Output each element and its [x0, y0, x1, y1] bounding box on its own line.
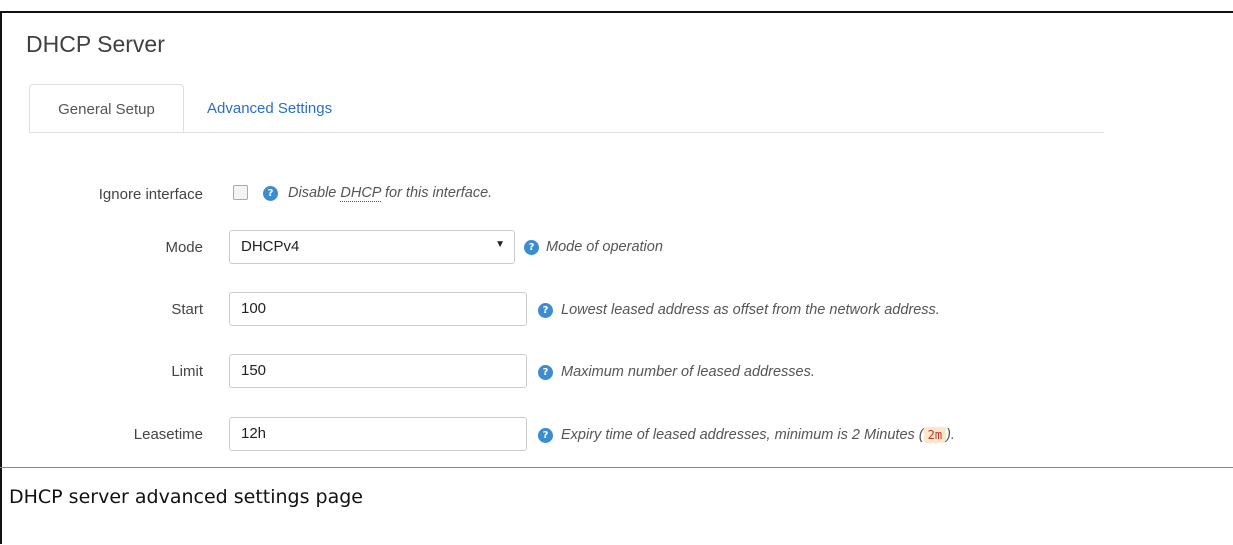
leasetime-help: Expiry time of leased addresses, minimum… [561, 427, 955, 443]
help-text-prefix: Expiry time of leased addresses, minimum… [561, 427, 924, 443]
question-mark-icon: ? [538, 365, 553, 380]
chevron-down-icon: ▼ [495, 239, 505, 250]
leasetime-label: Leasetime [133, 426, 203, 443]
row-limit: Limit 150 ? Maximum number of leased add… [0, 354, 1233, 390]
row-leasetime: Leasetime 12h ? Expiry time of leased ad… [0, 417, 1233, 453]
figure-caption: DHCP server advanced settings page [9, 486, 363, 508]
tab-general-setup[interactable]: General Setup [29, 84, 184, 132]
mode-help: Mode of operation [546, 239, 663, 255]
question-mark-icon: ? [263, 186, 278, 201]
code-snippet: 2m [923, 427, 947, 443]
tab-bar: General Setup Advanced Settings [29, 84, 1104, 133]
help-text-prefix: Disable [288, 185, 341, 201]
help-text-suffix: for this interface. [380, 185, 493, 201]
start-help: Lowest leased address as offset from the… [561, 302, 940, 318]
question-mark-icon: ? [524, 240, 539, 255]
tab-advanced-settings[interactable]: Advanced Settings [207, 84, 332, 132]
start-input[interactable]: 100 [229, 292, 527, 326]
limit-help: Maximum number of leased addresses. [561, 364, 815, 380]
ignore-interface-label: Ignore interface [98, 186, 203, 203]
row-mode: Mode DHCPv4 ▼ ? Mode of operation [0, 230, 1233, 266]
question-mark-icon: ? [538, 303, 553, 318]
limit-label: Limit [171, 363, 203, 380]
row-ignore-interface: Ignore interface ? Disable DHCP for this… [0, 177, 1233, 213]
ignore-interface-checkbox[interactable] [233, 185, 248, 200]
limit-input[interactable]: 150 [229, 354, 527, 388]
caption-divider [0, 467, 1233, 468]
help-text-suffix: ). [946, 427, 955, 443]
page-title: DHCP Server [26, 31, 165, 57]
question-mark-icon: ? [538, 428, 553, 443]
mode-select[interactable]: DHCPv4 ▼ [229, 230, 515, 264]
row-start: Start 100 ? Lowest leased address as off… [0, 292, 1233, 328]
leasetime-input[interactable]: 12h [229, 417, 527, 451]
mode-label: Mode [165, 239, 203, 256]
dhcp-abbreviation: DHCP [340, 185, 381, 202]
mode-select-value: DHCPv4 [241, 238, 300, 255]
ignore-interface-help: Disable DHCP for this interface. [288, 185, 493, 202]
start-label: Start [171, 301, 203, 318]
